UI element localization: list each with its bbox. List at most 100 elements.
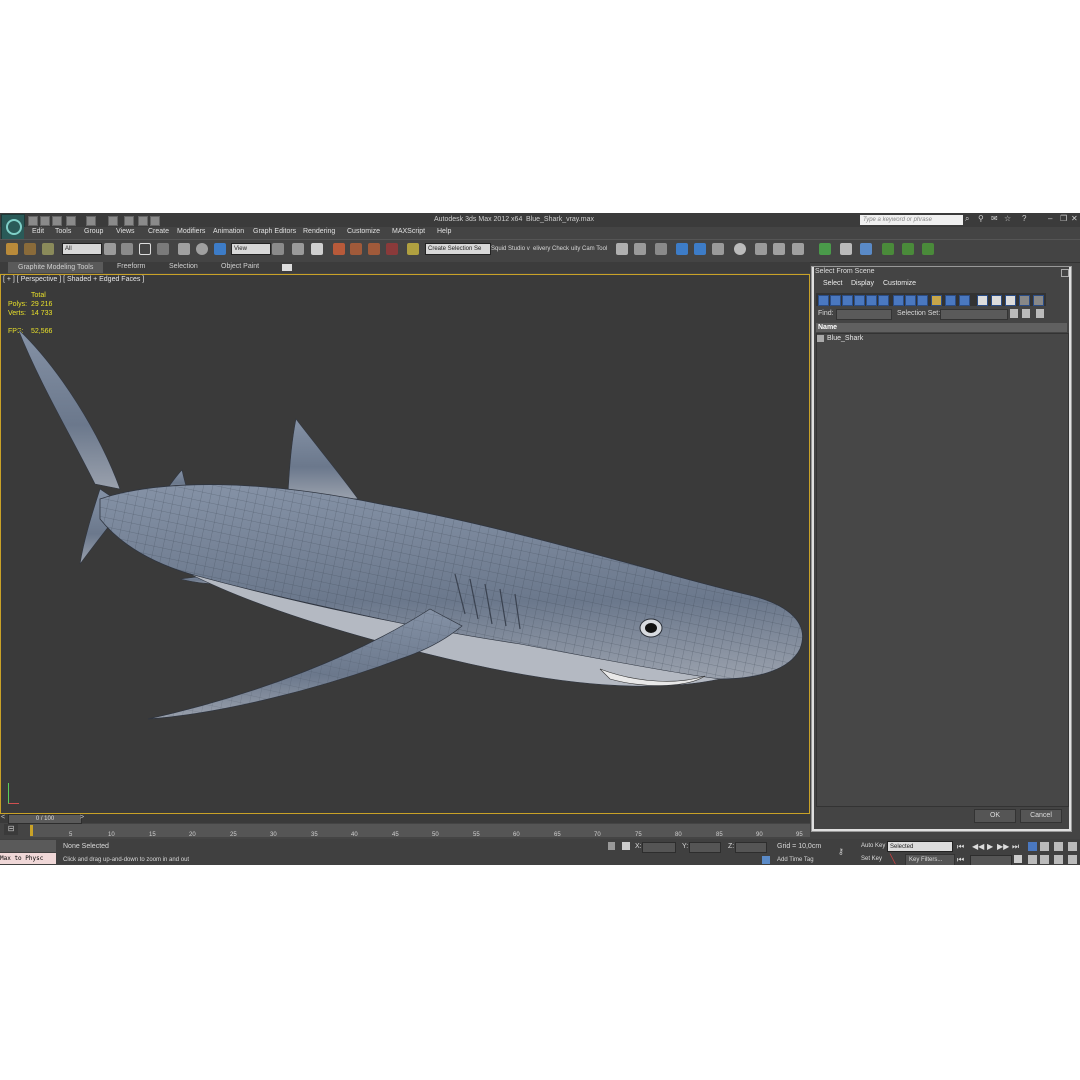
- goto-start-icon[interactable]: ⏮: [957, 842, 964, 852]
- close-icon[interactable]: ✕: [1071, 215, 1079, 223]
- select-none-icon[interactable]: [991, 295, 1002, 306]
- menu-views[interactable]: Views: [116, 228, 135, 235]
- filter-shapes-icon[interactable]: [830, 295, 841, 306]
- select-by-name-icon[interactable]: [121, 243, 133, 255]
- mini-curve-editor-icon[interactable]: ⊟: [4, 824, 18, 835]
- move-icon[interactable]: [178, 243, 190, 255]
- script-button-1[interactable]: Squid Studio v: [491, 246, 530, 252]
- communication-icon[interactable]: ✉: [991, 215, 999, 223]
- material-editor-icon[interactable]: [734, 243, 746, 255]
- filter-helpers-icon[interactable]: [866, 295, 877, 306]
- select-link-icon[interactable]: [6, 243, 18, 255]
- search-binoculars-icon[interactable]: ⌕: [965, 215, 973, 223]
- filter-groups-icon[interactable]: [893, 295, 904, 306]
- script-button-2[interactable]: elivery Check: [533, 246, 569, 252]
- auto-key-button[interactable]: Auto Key: [858, 841, 889, 851]
- named-selection-dropdown[interactable]: Create Selection Se: [425, 243, 491, 255]
- tab-freeform[interactable]: Freeform: [117, 263, 145, 270]
- angle-snap-icon[interactable]: [350, 243, 362, 255]
- dialog-menu-customize[interactable]: Customize: [883, 280, 916, 287]
- time-slider-thumb[interactable]: 0 / 100: [8, 814, 82, 824]
- ok-button[interactable]: OK: [974, 809, 1016, 823]
- filter-bones-icon[interactable]: [917, 295, 928, 306]
- subscription-icon[interactable]: ⚲: [978, 215, 986, 223]
- find-input[interactable]: [836, 309, 892, 320]
- time-prev-arrow-icon[interactable]: <: [1, 814, 5, 821]
- window-crossing-icon[interactable]: [157, 243, 169, 255]
- zoom-all-icon[interactable]: [1040, 842, 1049, 851]
- help-icon[interactable]: ?: [1022, 215, 1030, 223]
- select-object-icon[interactable]: [104, 243, 116, 255]
- tab-graphite-modeling-tools[interactable]: Graphite Modeling Tools: [8, 262, 104, 273]
- x-coordinate-field[interactable]: [642, 842, 676, 853]
- dialog-menu-select[interactable]: Select: [823, 280, 842, 287]
- plugin-icon-5[interactable]: [902, 243, 914, 255]
- set-key-icon[interactable]: ╲: [890, 854, 902, 864]
- menu-customize[interactable]: Customize: [347, 228, 380, 235]
- minimize-icon[interactable]: –: [1048, 215, 1056, 223]
- lock-selection-icon[interactable]: [608, 842, 615, 850]
- filter-geometry-icon[interactable]: [818, 295, 829, 306]
- maxscript-listener-input[interactable]: Max to Physc: [0, 853, 56, 864]
- menu-modifiers[interactable]: Modifiers: [177, 228, 205, 235]
- unlink-icon[interactable]: [24, 243, 36, 255]
- selection-set-icon-1[interactable]: [1010, 309, 1018, 318]
- maxscript-mini-listener[interactable]: [0, 840, 56, 852]
- filter-containers-icon[interactable]: [931, 295, 942, 306]
- zoom-icon[interactable]: [1028, 842, 1037, 851]
- zoom-extents-icon[interactable]: [1054, 842, 1063, 851]
- time-next-arrow-icon[interactable]: >: [80, 814, 84, 821]
- scale-icon[interactable]: [214, 243, 226, 255]
- select-all-icon[interactable]: [977, 295, 988, 306]
- goto-end-icon[interactable]: ⏭: [1012, 842, 1019, 852]
- zoom-extents-all-icon[interactable]: [1068, 842, 1077, 851]
- selection-set-dropdown[interactable]: [940, 309, 1008, 320]
- field-of-view-icon[interactable]: [1028, 855, 1037, 864]
- menu-maxscript[interactable]: MAXScript: [392, 228, 425, 235]
- graphite-toggle-icon[interactable]: [676, 243, 688, 255]
- set-key-button[interactable]: Set Key: [858, 854, 886, 864]
- spinner-snap-icon[interactable]: [386, 243, 398, 255]
- add-time-tag[interactable]: Add Time Tag: [777, 857, 814, 863]
- layout-icon-3[interactable]: [150, 216, 160, 226]
- percent-snap-icon[interactable]: [368, 243, 380, 255]
- filter-xrefs-icon[interactable]: [905, 295, 916, 306]
- snaps-toggle-icon[interactable]: [333, 243, 345, 255]
- menu-create[interactable]: Create: [148, 228, 169, 235]
- time-config-icon[interactable]: [1014, 855, 1022, 863]
- pan-icon[interactable]: [1040, 855, 1049, 864]
- sync-selection-icon[interactable]: [1033, 295, 1044, 306]
- layout-icon-2[interactable]: [138, 216, 148, 226]
- ribbon-options-icon[interactable]: [282, 264, 292, 271]
- key-mode-dropdown[interactable]: Selected: [887, 841, 953, 852]
- layer-manager-icon[interactable]: [655, 243, 667, 255]
- script-button-3[interactable]: uity Cam Tool: [571, 246, 607, 252]
- track-bar[interactable]: [30, 824, 810, 837]
- rotate-icon[interactable]: [196, 243, 208, 255]
- curve-editor-icon[interactable]: [694, 243, 706, 255]
- edit-named-selections-icon[interactable]: [407, 243, 419, 255]
- orbit-icon[interactable]: [1054, 855, 1063, 864]
- menu-tools[interactable]: Tools: [55, 228, 71, 235]
- restore-icon[interactable]: ❐: [1060, 215, 1068, 223]
- time-tag-icon[interactable]: [762, 856, 770, 864]
- pivot-center-icon[interactable]: [272, 243, 284, 255]
- menu-animation[interactable]: Animation: [213, 228, 244, 235]
- filter-cameras-icon[interactable]: [854, 295, 865, 306]
- maximize-viewport-icon[interactable]: [1068, 855, 1077, 864]
- save-file-icon[interactable]: [52, 216, 62, 226]
- key-mode-toggle-icon[interactable]: ⏮: [957, 855, 964, 865]
- scene-object-list[interactable]: [816, 333, 1069, 807]
- select-invert-icon[interactable]: [1005, 295, 1016, 306]
- filter-lights-icon[interactable]: [842, 295, 853, 306]
- y-coordinate-field[interactable]: [689, 842, 721, 853]
- render-setup-icon[interactable]: [755, 243, 767, 255]
- time-slider[interactable]: [0, 814, 810, 823]
- cancel-button[interactable]: Cancel: [1020, 809, 1062, 823]
- app-logo-icon[interactable]: [1, 214, 25, 240]
- schematic-view-icon[interactable]: [712, 243, 724, 255]
- help-search-input[interactable]: Type a keyword or phrase: [860, 215, 963, 225]
- menu-help[interactable]: Help: [437, 228, 451, 235]
- current-frame-field[interactable]: 0: [970, 855, 1012, 865]
- keyboard-shortcut-icon[interactable]: [311, 243, 323, 255]
